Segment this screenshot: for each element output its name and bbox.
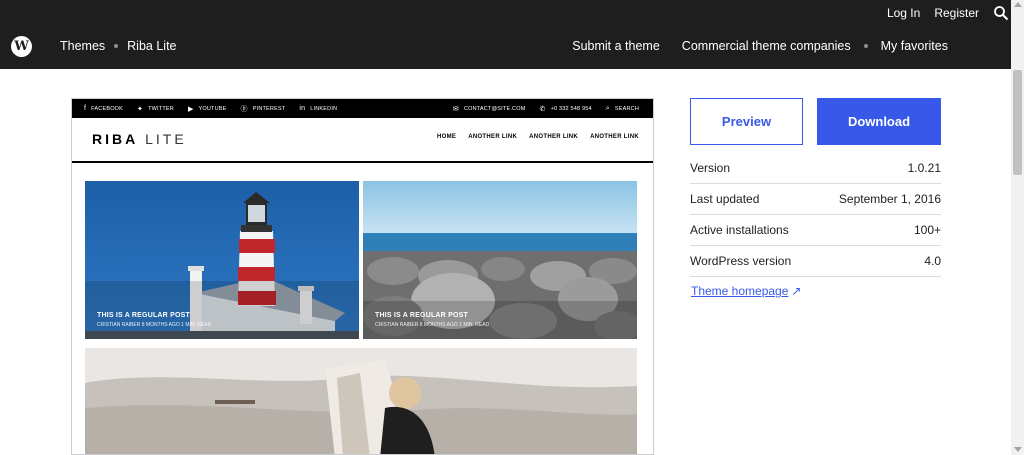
nav-submit-theme[interactable]: Submit a theme [572,39,660,53]
user-links: Log In Register [887,5,1011,21]
scroll-up-arrow-icon[interactable] [1014,2,1022,7]
register-link[interactable]: Register [934,6,979,20]
theme-meta: Version 1.0.21 Last updated September 1,… [690,153,941,277]
nav-commercial-theme-companies[interactable]: Commercial theme companies [682,39,851,53]
screenshot-nav-link: ANOTHER LINK [529,134,579,140]
meta-label: Last updated [690,192,760,206]
meta-row-last-updated: Last updated September 1, 2016 [690,184,941,215]
contact-email: ✉ CONTACT@SITE.COM [452,105,526,113]
post-title: THIS IS A REGULAR POST [375,312,468,319]
meta-label: Version [690,161,731,175]
external-link-icon: ↗ [791,284,802,298]
preview-button[interactable]: Preview [690,98,803,145]
facebook-icon: f [84,105,87,112]
meta-value: 1.0.21 [907,161,941,175]
theme-homepage-link[interactable]: Theme homepage ↗ [691,284,801,298]
meta-label: Active installations [690,223,789,237]
linkedin-icon: in [299,105,306,112]
post-tile-lighthouse: THIS IS A REGULAR POST CRISTIAN RAIBER 8… [85,181,359,339]
pinterest-link: ⓟ PINTEREST [240,105,286,113]
post-tile-beach [85,348,637,454]
mail-icon: ✉ [452,105,459,113]
page-scrollbar[interactable] [1011,0,1024,455]
scrollbar-thumb[interactable] [1013,70,1022,175]
post-tile-stones: THIS IS A REGULAR POST CRISTIAN RAIBER 8… [363,181,637,339]
download-button[interactable]: Download [817,98,941,145]
theme-homepage-label: Theme homepage [691,284,789,298]
login-link[interactable]: Log In [887,6,920,20]
screenshot-header: RIBA LITE HOME ANOTHER LINK ANOTHER LINK… [72,118,653,163]
pinterest-icon: ⓟ [240,105,248,113]
nav-separator [863,44,868,48]
meta-row-active-installations: Active installations 100+ [690,215,941,246]
meta-row-wordpress-version: WordPress version 4.0 [690,246,941,277]
post-title: THIS IS A REGULAR POST [97,312,190,319]
meta-row-version: Version 1.0.21 [690,153,941,184]
breadcrumb-themes[interactable]: Themes [60,39,105,53]
search-icon: ⌕ [605,104,610,112]
screenshot-topbar: f FACEBOOK ✦ TWITTER ▶ YOUTUBE ⓟ PINTEREST i… [72,99,653,118]
screenshot-logo: RIBA LITE [92,131,187,147]
meta-label: WordPress version [690,254,792,268]
nav-my-favorites[interactable]: My favorites [881,39,948,53]
post-meta: CRISTIAN RAIBER 8 MONTHS AGO 1 MIN. READ [375,322,490,328]
twitter-icon: ✦ [137,105,144,113]
theme-screenshot[interactable]: f FACEBOOK ✦ TWITTER ▶ YOUTUBE ⓟ PINTEREST i… [71,98,654,455]
screenshot-search: ⌕ SEARCH [605,104,639,112]
twitter-link: ✦ TWITTER [137,105,174,113]
search-icon[interactable] [993,5,1009,21]
post-caption: THIS IS A REGULAR POST CRISTIAN RAIBER 8… [375,312,489,328]
breadcrumb-separator [114,44,119,48]
phone-icon: ✆ [539,105,546,113]
screenshot-nav-home: HOME [436,134,457,140]
youtube-icon: ▶ [187,105,194,113]
post-caption: THIS IS A REGULAR POST CRISTIAN RAIBER 8… [97,312,211,328]
screenshot-nav-link: ANOTHER LINK [590,134,639,140]
beach-image [85,348,637,454]
global-header: Log In Register W Themes Riba Lite Submi… [0,0,1011,69]
breadcrumb-current: Riba Lite [127,39,177,53]
wordpress-logo-icon[interactable]: W [11,36,32,57]
post-meta: CRISTIAN RAIBER 8 MONTHS AGO 1 MIN. READ [97,322,212,328]
meta-value: 100+ [913,223,941,237]
meta-value: 4.0 [924,254,941,268]
screenshot-nav: HOME ANOTHER LINK ANOTHER LINK ANOTHER L… [425,134,639,140]
themes-nav: Submit a theme Commercial theme companie… [550,39,948,53]
facebook-link: f FACEBOOK [84,105,124,112]
youtube-link: ▶ YOUTUBE [187,105,227,113]
linkedin-link: in LINKEDIN [299,105,338,112]
phone-number: ✆ +0 332 548 954 [539,105,592,113]
scroll-down-arrow-icon[interactable] [1014,447,1022,452]
breadcrumb: Themes Riba Lite [60,39,177,53]
screenshot-nav-link: ANOTHER LINK [468,134,518,140]
meta-value: September 1, 2016 [838,192,941,206]
